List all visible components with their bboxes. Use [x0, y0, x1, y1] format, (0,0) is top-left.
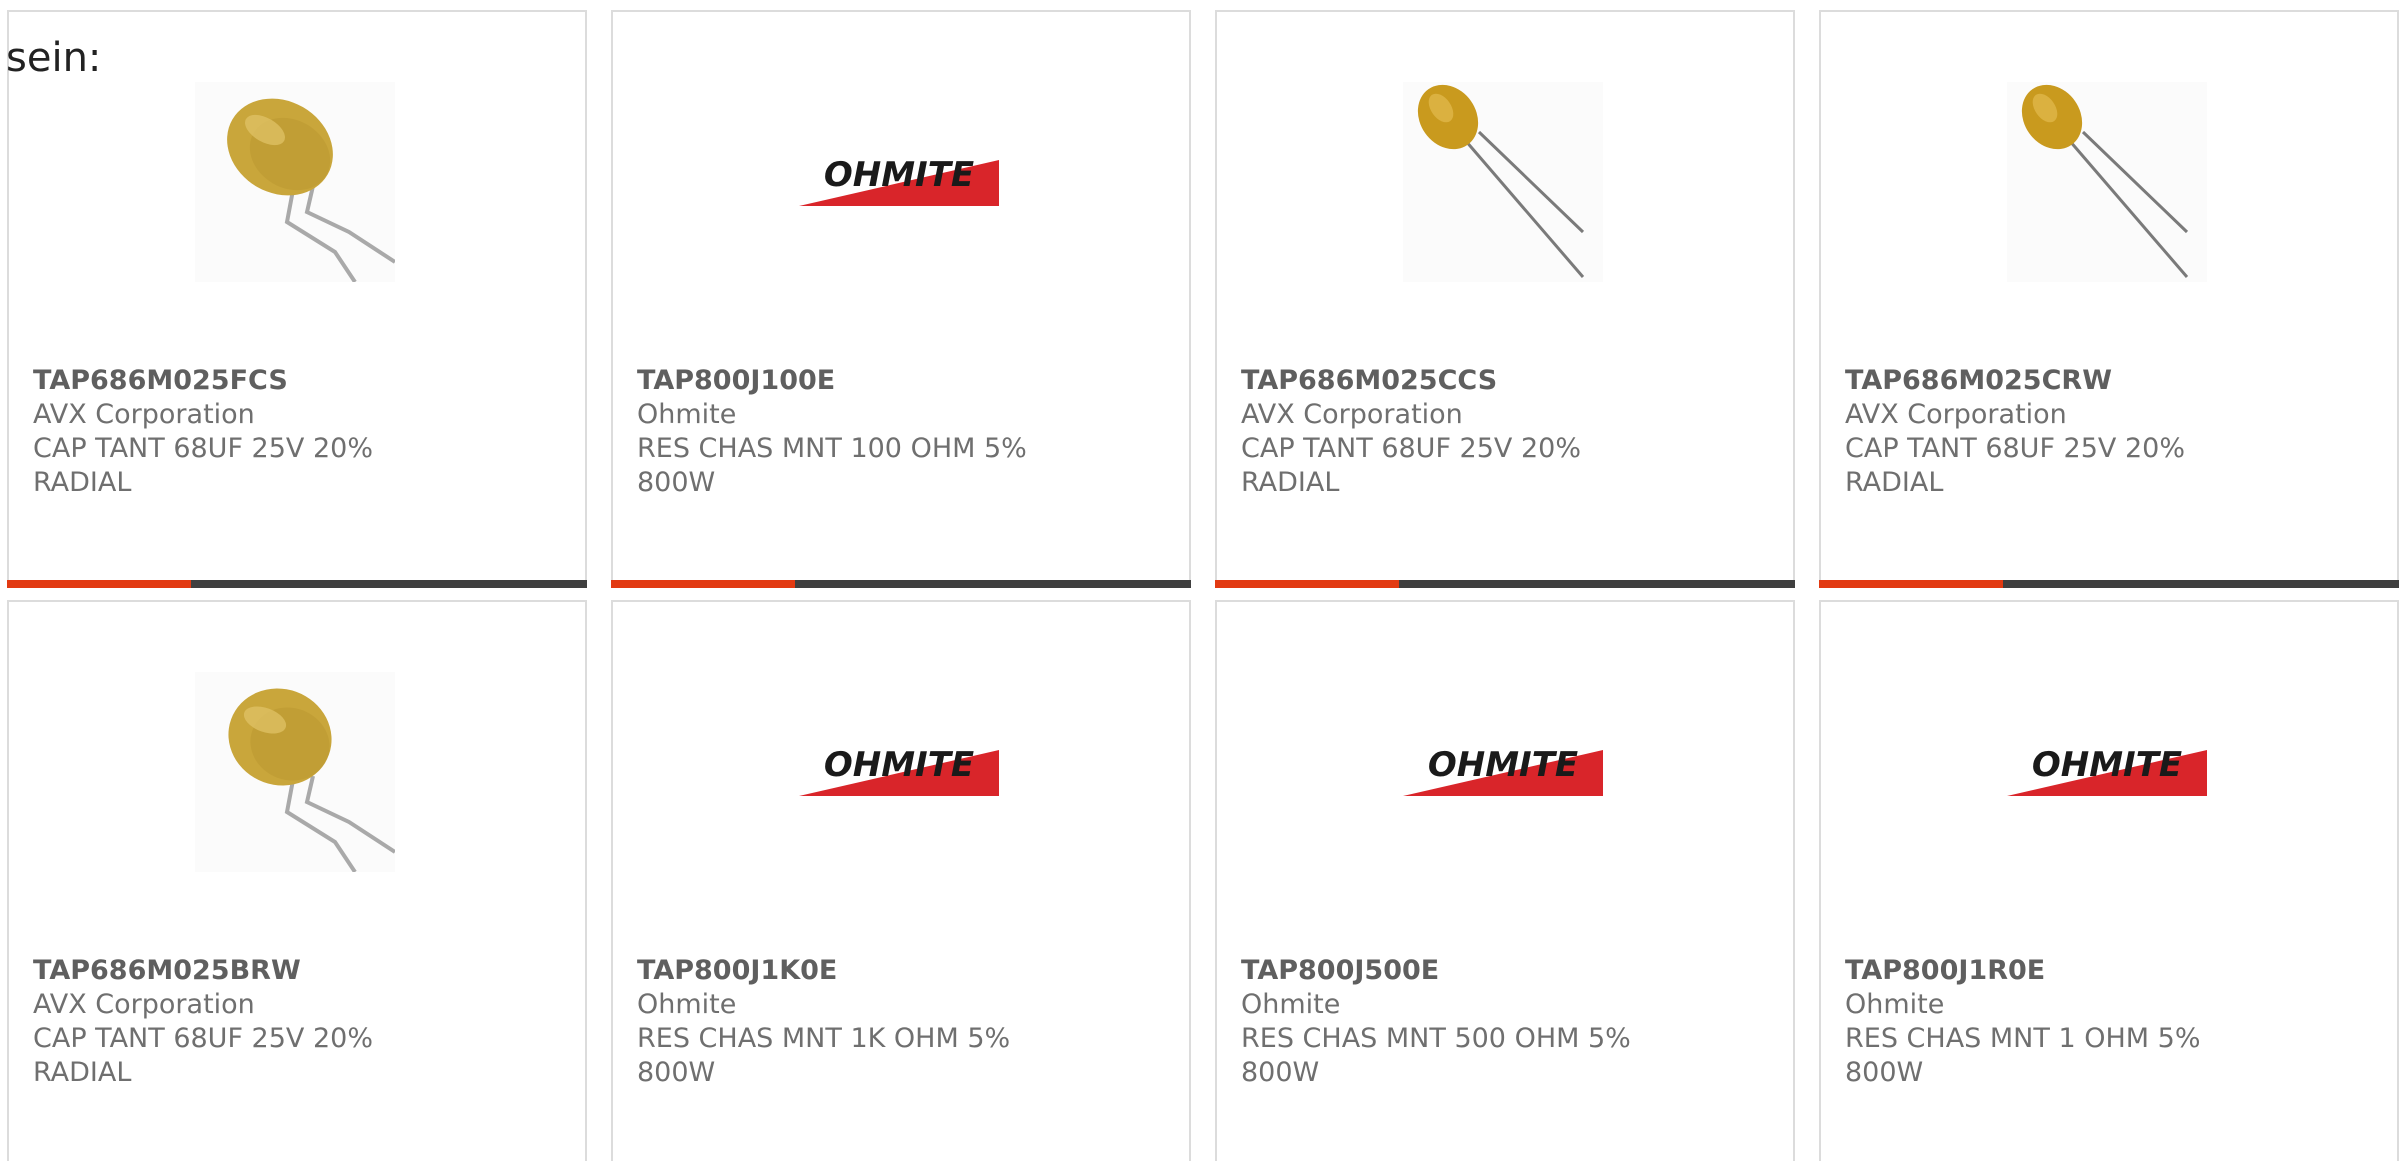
product-card[interactable]: OHMITE TAP800J100E Ohmite RES CHAS MNT 1… [611, 10, 1191, 588]
intro-text: sein: [6, 35, 102, 81]
product-card[interactable]: TAP686M025CCS AVX Corporation CAP TANT 6… [1215, 10, 1795, 588]
part-number[interactable]: TAP686M025FCS [33, 364, 288, 398]
svg-text:OHMITE: OHMITE [824, 155, 974, 195]
tantalum-capacitor-bead-icon [1417, 84, 1585, 278]
manufacturer: AVX Corporation [1241, 399, 1463, 430]
product-grid-page: sein: TAP686M025FCS AVX Corporation CAP … [0, 0, 2400, 1161]
ohmite-logo-icon: OHMITE [799, 155, 999, 206]
svg-text:OHMITE: OHMITE [2032, 745, 2182, 785]
card-accent-bar [611, 580, 1191, 588]
product-image: OHMITE [799, 672, 999, 872]
part-number[interactable]: TAP686M025CRW [1845, 364, 2112, 398]
product-card[interactable]: TAP686M025BRW AVX Corporation CAP TANT 6… [7, 600, 587, 1161]
product-image [2007, 82, 2207, 282]
product-card[interactable]: OHMITE TAP800J1R0E Ohmite RES CHAS MNT 1… [1819, 600, 2399, 1161]
product-image [1403, 82, 1603, 282]
description: RES CHAS MNT 1 OHM 5% 800W [1845, 1023, 2201, 1088]
product-image: OHMITE [1403, 672, 1603, 872]
ohmite-logo-icon: OHMITE [1403, 745, 1603, 796]
tantalum-capacitor-dipped-icon [227, 98, 395, 282]
description: CAP TANT 68UF 25V 20% RADIAL [1845, 433, 2185, 498]
card-accent-bar [7, 580, 587, 588]
card-accent-bar [1215, 580, 1795, 588]
description: RES CHAS MNT 500 OHM 5% 800W [1241, 1023, 1631, 1088]
part-number[interactable]: TAP686M025CCS [1241, 364, 1497, 398]
product-image [195, 82, 395, 282]
tantalum-capacitor-bead-icon [2021, 84, 2189, 278]
description: RES CHAS MNT 100 OHM 5% 800W [637, 433, 1027, 498]
manufacturer: Ohmite [1241, 989, 1341, 1020]
part-number[interactable]: TAP800J1R0E [1845, 954, 2045, 988]
product-card[interactable]: TAP686M025CRW AVX Corporation CAP TANT 6… [1819, 10, 2399, 588]
description: CAP TANT 68UF 25V 20% RADIAL [1241, 433, 1581, 498]
manufacturer: AVX Corporation [33, 399, 255, 430]
description: CAP TANT 68UF 25V 20% RADIAL [33, 433, 373, 498]
part-number[interactable]: TAP686M025BRW [33, 954, 301, 988]
svg-text:OHMITE: OHMITE [824, 745, 974, 785]
ohmite-logo-icon: OHMITE [2007, 745, 2207, 796]
product-image [195, 672, 395, 872]
part-number[interactable]: TAP800J100E [637, 364, 835, 398]
svg-text:OHMITE: OHMITE [1428, 745, 1578, 785]
product-image: OHMITE [799, 82, 999, 282]
manufacturer: AVX Corporation [1845, 399, 2067, 430]
part-number[interactable]: TAP800J500E [1241, 954, 1439, 988]
description: RES CHAS MNT 1K OHM 5% 800W [637, 1023, 1011, 1088]
manufacturer: Ohmite [637, 989, 737, 1020]
product-image: OHMITE [2007, 672, 2207, 872]
product-card[interactable]: OHMITE TAP800J1K0E Ohmite RES CHAS MNT 1… [611, 600, 1191, 1161]
tantalum-capacitor-dipped-icon [228, 688, 395, 872]
ohmite-logo-icon: OHMITE [799, 745, 999, 796]
manufacturer: Ohmite [1845, 989, 1945, 1020]
description: CAP TANT 68UF 25V 20% RADIAL [33, 1023, 373, 1088]
card-accent-bar [1819, 580, 2399, 588]
part-number[interactable]: TAP800J1K0E [637, 954, 837, 988]
product-card[interactable]: OHMITE TAP800J500E Ohmite RES CHAS MNT 5… [1215, 600, 1795, 1161]
manufacturer: Ohmite [637, 399, 737, 430]
product-card[interactable]: TAP686M025FCS AVX Corporation CAP TANT 6… [7, 10, 587, 588]
manufacturer: AVX Corporation [33, 989, 255, 1020]
